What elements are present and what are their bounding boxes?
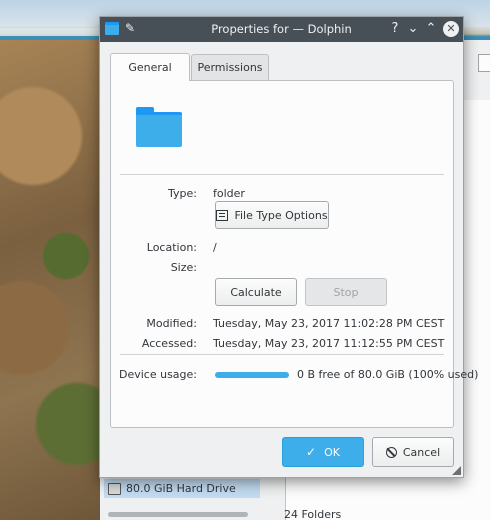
- places-scrollbar[interactable]: [108, 512, 248, 517]
- folder-icon[interactable]: [136, 107, 182, 147]
- modified-value: Tuesday, May 23, 2017 11:02:28 PM CEST: [213, 317, 445, 330]
- general-panel: Type: folder File Type Options Location:…: [110, 80, 478, 428]
- type-value: folder: [213, 187, 245, 200]
- location-value: /: [213, 241, 217, 254]
- hard-drive-icon: [108, 482, 121, 495]
- type-label: Type:: [168, 187, 197, 200]
- cancel-label: Cancel: [402, 445, 441, 459]
- status-bar-text: 24 Folders: [284, 508, 342, 520]
- ok-button[interactable]: ✓ OK: [282, 437, 364, 467]
- places-item-label: 80.0 GiB Hard Drive: [126, 482, 236, 495]
- file-type-options-label: File Type Options: [234, 208, 328, 222]
- maximize-button[interactable]: ⌃: [423, 21, 439, 37]
- accessed-value: Tuesday, May 23, 2017 11:12:55 PM CEST: [213, 337, 445, 350]
- close-button[interactable]: ✕: [443, 21, 459, 37]
- properties-dialog: ✎ Properties for — Dolphin ? ⌄ ⌃ ✕ Gener…: [99, 16, 478, 478]
- tab-general[interactable]: General: [110, 53, 190, 81]
- device-usage-label: Device usage:: [118, 368, 197, 381]
- wallpaper-cliff: [0, 40, 110, 520]
- cancel-button[interactable]: Cancel: [372, 437, 454, 467]
- modified-label: Modified:: [146, 317, 197, 330]
- resize-grip-icon[interactable]: [452, 466, 461, 475]
- location-label: Location:: [146, 241, 197, 254]
- cancel-icon: [385, 446, 397, 458]
- checkmark-icon: ✓: [306, 445, 317, 459]
- split-view-button[interactable]: [478, 54, 490, 72]
- minimize-button[interactable]: ⌄: [405, 21, 421, 37]
- ok-label: OK: [324, 445, 340, 459]
- size-label: Size:: [170, 261, 197, 274]
- device-usage-value: 0 B free of 80.0 GiB (100% used): [297, 368, 479, 381]
- wallpaper-surf: [0, 28, 110, 36]
- separator: [120, 174, 444, 175]
- places-item-hard-drive[interactable]: 80.0 GiB Hard Drive: [104, 479, 260, 498]
- list-icon: [216, 209, 229, 221]
- file-type-options-button[interactable]: File Type Options: [215, 201, 329, 229]
- help-button[interactable]: ?: [387, 21, 403, 37]
- separator: [120, 354, 444, 355]
- tab-permissions[interactable]: Permissions: [191, 54, 269, 80]
- accessed-label: Accessed:: [141, 337, 197, 350]
- stop-button[interactable]: Stop: [305, 278, 387, 306]
- device-usage-bar: [215, 372, 289, 378]
- title-bar[interactable]: ✎ Properties for — Dolphin ? ⌄ ⌃ ✕: [100, 17, 463, 42]
- calculate-button[interactable]: Calculate: [215, 278, 297, 306]
